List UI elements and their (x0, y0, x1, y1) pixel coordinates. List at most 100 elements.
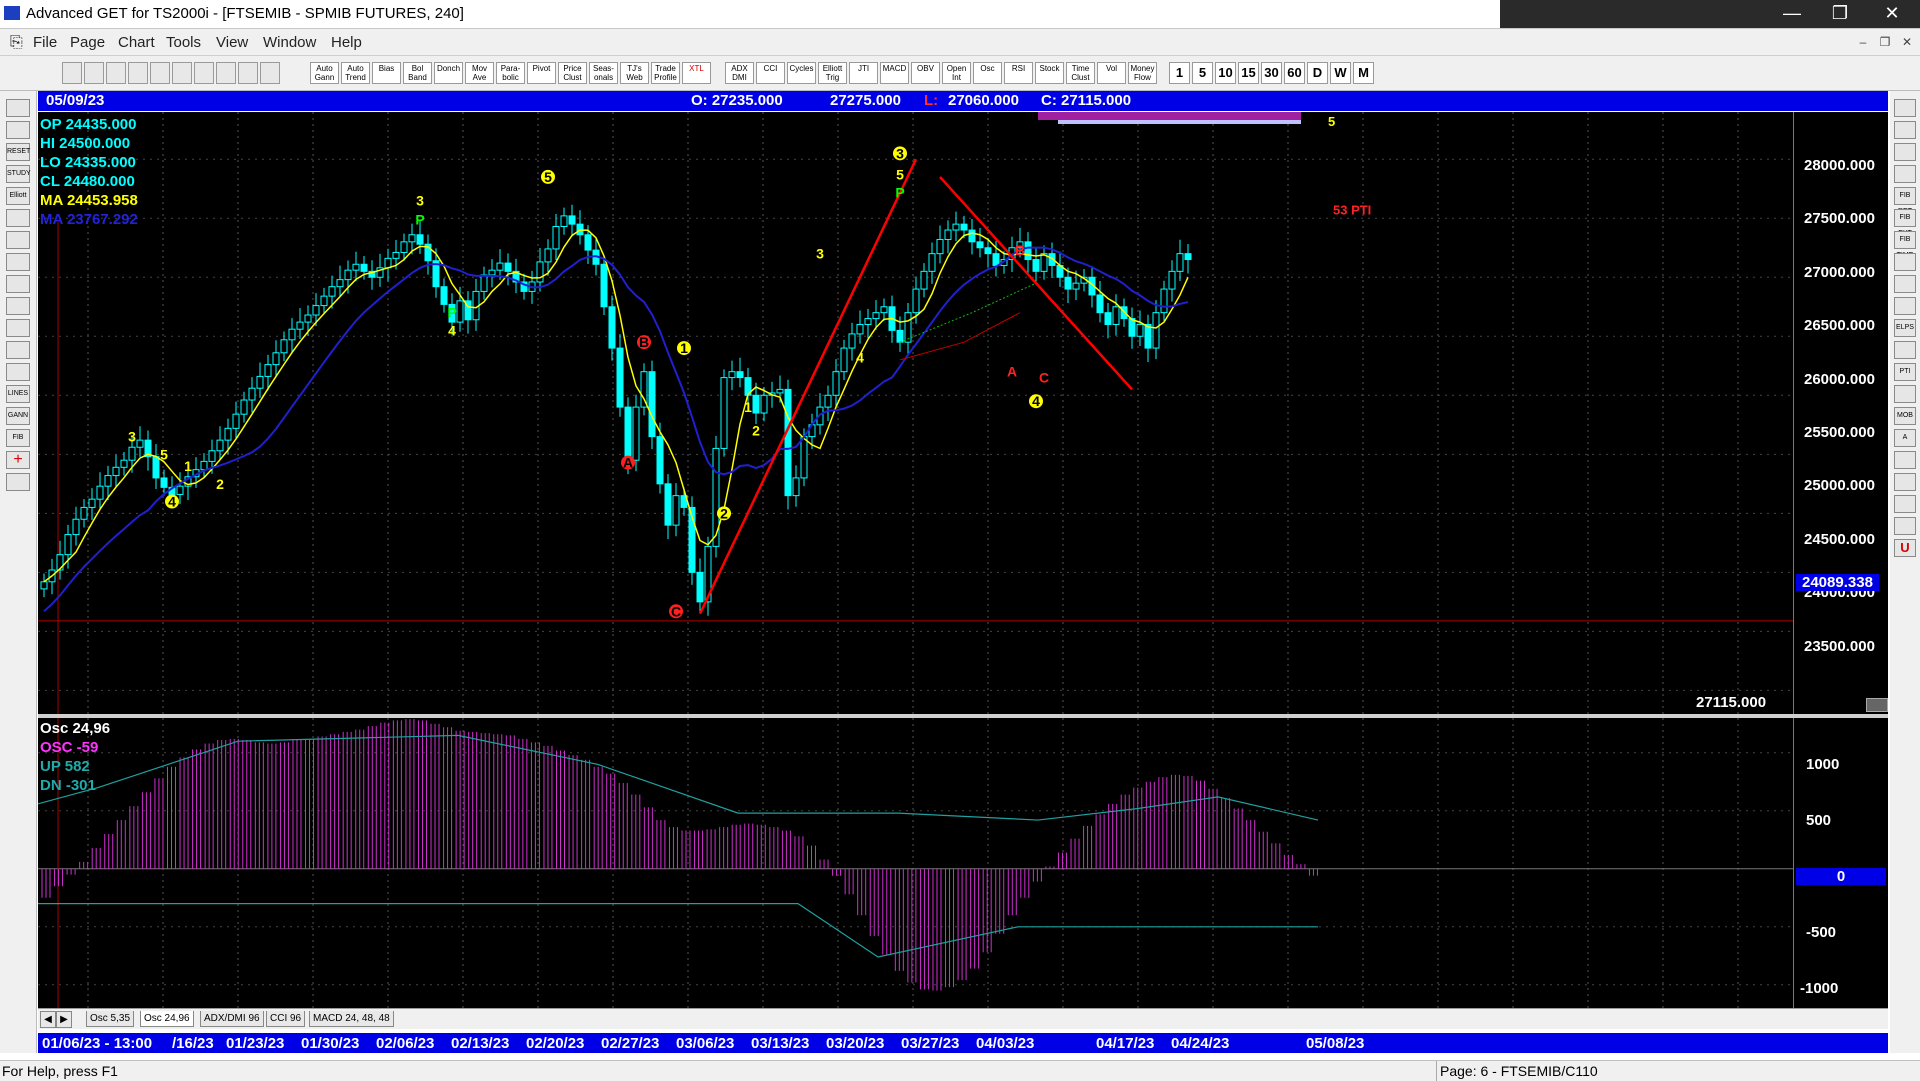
toolbar-auto-gann-button[interactable]: Auto Gann (310, 62, 339, 84)
right-tool-fib-time-button[interactable]: FIB TIME (1894, 231, 1916, 259)
toolbar-price-clust-button[interactable]: Price Clust (558, 62, 587, 84)
tab-scroll-right-icon[interactable]: ▶ (56, 1011, 72, 1028)
price-chart[interactable]: 3 5 4 1 2 3 4 5 1 2 1 2 3 4 3 5 4 P P P A B C A B C 53 PTI 5 OP 244… (38, 112, 1888, 714)
right-tool-icon[interactable] (1894, 341, 1916, 359)
tab-osc-5-35[interactable]: Osc 5,35 (86, 1011, 135, 1027)
toolbar-obv-button[interactable]: OBV (911, 62, 940, 84)
chart-config-icon[interactable] (1866, 698, 1888, 712)
toolbar-trade-profile-button[interactable]: Trade Profile (651, 62, 680, 84)
arrow-up-icon[interactable] (6, 209, 30, 227)
toolbar-vol-button[interactable]: Vol (1097, 62, 1126, 84)
interval-1-button[interactable]: 1 (1169, 62, 1190, 84)
menu-chart[interactable]: Chart (118, 34, 155, 51)
arrow-right-icon[interactable] (6, 275, 30, 293)
tab-osc-24-96[interactable]: Osc 24,96 (140, 1011, 194, 1027)
menu-tools[interactable]: Tools (166, 34, 201, 51)
right-tool-elps-button[interactable]: ELPS (1894, 319, 1916, 337)
right-tool-pti-button[interactable]: PTI (1894, 363, 1916, 381)
toolbar-tool-icon[interactable] (260, 62, 280, 84)
right-tool-fib-ext-button[interactable]: FIB EXT (1894, 209, 1916, 237)
mdi-restore-icon[interactable]: ❐ (1874, 33, 1896, 51)
toolbar-tool-icon[interactable] (150, 62, 170, 84)
interval-w-button[interactable]: W (1330, 62, 1351, 84)
compress-icon[interactable] (6, 297, 30, 315)
toolbar-bol-band-button[interactable]: Bol Band (403, 62, 432, 84)
fib-button[interactable]: FIB (6, 429, 30, 447)
toolbar-elliott-trig-button[interactable]: Elliott Trig (818, 62, 847, 84)
elliott-button[interactable]: Elliott (6, 187, 30, 205)
right-tool-icon[interactable] (1894, 451, 1916, 469)
zoom-icon[interactable] (6, 341, 30, 359)
interval-60-button[interactable]: 60 (1284, 62, 1305, 84)
toolbar-macd-button[interactable]: MACD (880, 62, 909, 84)
toolbar-tool-icon[interactable] (194, 62, 214, 84)
right-tool-a-button[interactable]: A (1894, 429, 1916, 447)
doc-icon[interactable]: ⎘ (10, 34, 23, 52)
toolbar-adx-dmi-button[interactable]: ADX DMI (725, 62, 754, 84)
tab-scroll-left-icon[interactable]: ◀ (40, 1011, 56, 1028)
right-tool-fib-ret-button[interactable]: FIB RET (1894, 187, 1916, 215)
toolbar-tool-icon[interactable] (238, 62, 258, 84)
toolbar-xtl-button[interactable]: XTL (682, 62, 711, 84)
toolbar-pivot-button[interactable]: Pivot (527, 62, 556, 84)
toolbar-tool-icon[interactable] (106, 62, 126, 84)
study-button[interactable]: STUDY (6, 165, 31, 183)
right-tool-icon[interactable] (1894, 99, 1916, 117)
interval-15-button[interactable]: 15 (1238, 62, 1259, 84)
toolbar-stock-button[interactable]: Stock (1035, 62, 1064, 84)
toolbar-money-flow-button[interactable]: Money Flow (1128, 62, 1157, 84)
toolbar-para-bolic-button[interactable]: Para- bolic (496, 62, 525, 84)
right-tool-icon[interactable] (1894, 275, 1916, 293)
toolbar-tj-s-web-button[interactable]: TJ's Web (620, 62, 649, 84)
toolbar-time-clust-button[interactable]: Time Clust (1066, 62, 1095, 84)
interval-10-button[interactable]: 10 (1215, 62, 1236, 84)
oscillator-chart[interactable]: Osc 24,96 OSC -59 UP 582 DN -301 1000 50… (38, 718, 1888, 1008)
right-tool-mob-button[interactable]: MOB (1894, 407, 1916, 425)
mdi-minimize-icon[interactable]: – (1852, 33, 1874, 51)
arrow-down-icon[interactable] (6, 231, 30, 249)
toolbar-bias-button[interactable]: Bias (372, 62, 401, 84)
maximize-icon[interactable]: ❐ (1818, 0, 1862, 28)
toolbar-osc-button[interactable]: Osc (973, 62, 1002, 84)
gann-icon[interactable] (6, 121, 30, 139)
grid-icon[interactable] (6, 363, 30, 381)
minimize-icon[interactable]: — (1770, 0, 1814, 28)
toolbar-seas-onals-button[interactable]: Seas- onals (589, 62, 618, 84)
toolbar-tool-icon[interactable] (128, 62, 148, 84)
right-tool-icon[interactable] (1894, 165, 1916, 183)
right-tool-icon[interactable] (1894, 517, 1916, 535)
tab-adx-dmi[interactable]: ADX/DMI 96 (200, 1011, 264, 1027)
gann-button[interactable]: GANN (6, 407, 30, 425)
open-icon[interactable] (6, 99, 30, 117)
toolbar-tool-icon[interactable] (84, 62, 104, 84)
menu-page[interactable]: Page (70, 34, 105, 51)
close-icon[interactable]: ✕ (1870, 0, 1914, 28)
menu-file[interactable]: File (33, 34, 57, 51)
crosshair-icon[interactable]: + (6, 451, 30, 469)
right-tool-icon[interactable] (1894, 121, 1916, 139)
interval-d-button[interactable]: D (1307, 62, 1328, 84)
toolbar-mov-ave-button[interactable]: Mov Ave (465, 62, 494, 84)
toolbar-auto-trend-button[interactable]: Auto Trend (341, 62, 370, 84)
toolbar-open-int-button[interactable]: Open Int (942, 62, 971, 84)
expand-icon[interactable] (6, 319, 30, 337)
menu-help[interactable]: Help (331, 34, 362, 51)
right-tool-icon[interactable] (1894, 385, 1916, 403)
interval-5-button[interactable]: 5 (1192, 62, 1213, 84)
toolbar-rsi-button[interactable]: RSI (1004, 62, 1033, 84)
toolbar-tool-icon[interactable] (62, 62, 82, 84)
interval-30-button[interactable]: 30 (1261, 62, 1282, 84)
toolbar-tool-icon[interactable] (216, 62, 236, 84)
print-icon[interactable] (6, 473, 30, 491)
tab-cci[interactable]: CCI 96 (266, 1011, 306, 1027)
toolbar-jti-button[interactable]: JTI (849, 62, 878, 84)
toolbar-donch-button[interactable]: Donch (434, 62, 463, 84)
right-tool-icon[interactable] (1894, 473, 1916, 491)
right-tool-icon[interactable] (1894, 253, 1916, 271)
menu-view[interactable]: View (216, 34, 248, 51)
right-tool-u-button[interactable]: U (1894, 539, 1916, 557)
toolbar-tool-icon[interactable] (172, 62, 192, 84)
interval-m-button[interactable]: M (1353, 62, 1374, 84)
toolbar-cycles-button[interactable]: Cycles (787, 62, 816, 84)
mdi-close-icon[interactable]: ✕ (1896, 33, 1918, 51)
